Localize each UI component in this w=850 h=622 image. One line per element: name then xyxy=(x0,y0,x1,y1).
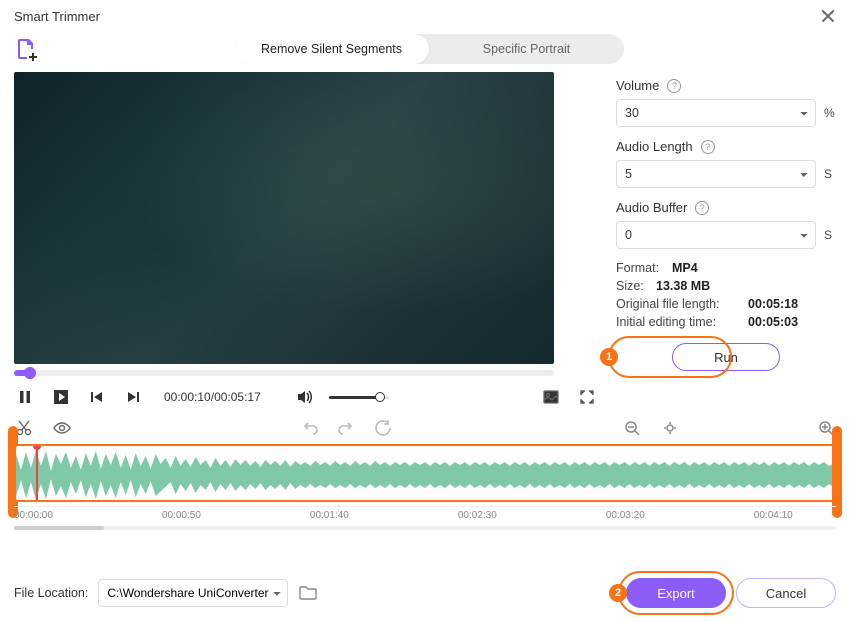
volume-select[interactable]: 30 xyxy=(616,99,816,127)
zoom-out-icon[interactable] xyxy=(622,418,642,438)
run-button[interactable]: Run xyxy=(672,343,780,371)
playhead[interactable] xyxy=(36,446,38,502)
buffer-label: Audio Buffer xyxy=(616,200,687,215)
tab-specific-portrait[interactable]: Specific Portrait xyxy=(429,34,624,64)
pause-icon[interactable] xyxy=(14,386,36,408)
buffer-unit: S xyxy=(824,228,836,242)
undo-icon[interactable] xyxy=(301,418,321,438)
snapshot-icon[interactable] xyxy=(540,386,562,408)
eye-icon[interactable] xyxy=(52,418,72,438)
time-display: 00:00:10/00:05:17 xyxy=(164,390,261,404)
edit-value: 00:05:03 xyxy=(748,315,798,329)
trim-handle-right[interactable] xyxy=(832,426,842,518)
length-label: Audio Length xyxy=(616,139,693,154)
length-unit: S xyxy=(824,167,836,181)
buffer-select[interactable]: 0 xyxy=(616,221,816,249)
size-value: 13.38 MB xyxy=(656,279,710,293)
export-button[interactable]: Export xyxy=(626,578,726,608)
waveform[interactable] xyxy=(14,444,836,502)
help-icon[interactable]: ? xyxy=(701,140,715,154)
timeline-ruler: 00:00:00 00:00:50 00:01:40 00:02:30 00:0… xyxy=(14,506,836,524)
zoom-fit-icon[interactable] xyxy=(660,418,680,438)
file-location-select[interactable]: C:\Wondershare UniConverter xyxy=(98,579,288,607)
volume-label: Volume xyxy=(616,78,659,93)
mode-toggle: Remove Silent Segments Specific Portrait xyxy=(234,34,624,64)
volume-icon[interactable] xyxy=(293,386,315,408)
window-title: Smart Trimmer xyxy=(14,9,100,24)
help-icon[interactable]: ? xyxy=(695,201,709,215)
volume-unit: % xyxy=(824,106,836,120)
edit-key: Initial editing time: xyxy=(616,315,748,329)
callout-badge-2: 2 xyxy=(609,584,627,602)
redo-icon[interactable] xyxy=(335,418,355,438)
format-key: Format: xyxy=(616,261,672,275)
file-location-label: File Location: xyxy=(14,586,88,600)
orig-value: 00:05:18 xyxy=(748,297,798,311)
play-icon[interactable] xyxy=(50,386,72,408)
help-icon[interactable]: ? xyxy=(667,79,681,93)
volume-slider[interactable] xyxy=(329,396,389,399)
fullscreen-icon[interactable] xyxy=(576,386,598,408)
add-file-icon[interactable] xyxy=(14,37,38,61)
orig-key: Original file length: xyxy=(616,297,748,311)
size-key: Size: xyxy=(616,279,656,293)
refresh-icon[interactable] xyxy=(373,418,393,438)
prev-icon[interactable] xyxy=(86,386,108,408)
scrub-track[interactable] xyxy=(14,370,554,376)
video-preview[interactable] xyxy=(14,72,554,364)
format-value: MP4 xyxy=(672,261,698,275)
close-icon[interactable] xyxy=(820,8,836,24)
folder-icon[interactable] xyxy=(298,583,318,603)
tab-remove-silent[interactable]: Remove Silent Segments xyxy=(234,34,429,64)
timeline-scrollbar[interactable] xyxy=(14,526,836,530)
cancel-button[interactable]: Cancel xyxy=(736,578,836,608)
next-icon[interactable] xyxy=(122,386,144,408)
callout-badge-1: 1 xyxy=(600,348,618,366)
length-select[interactable]: 5 xyxy=(616,160,816,188)
